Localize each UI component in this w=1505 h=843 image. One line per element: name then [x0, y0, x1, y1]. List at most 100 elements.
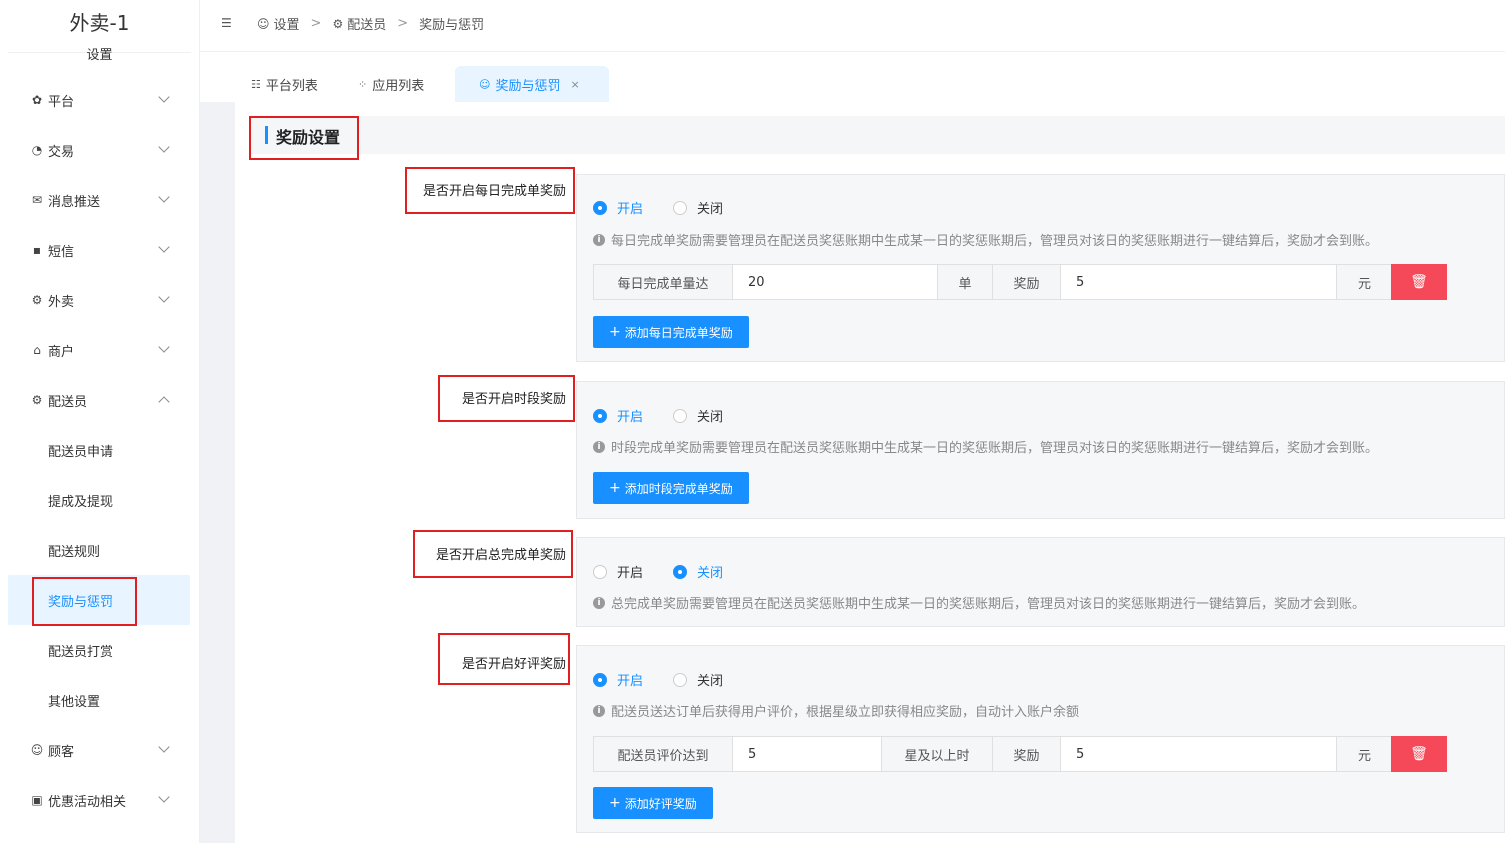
- plus-icon: +: [609, 795, 621, 811]
- chevron-down-icon: [158, 741, 170, 753]
- info-icon: i: [593, 704, 605, 717]
- daily-radio-on[interactable]: 开启: [593, 198, 643, 217]
- chevron-down-icon: [158, 91, 170, 103]
- add-period-reward-button[interactable]: + 添加时段完成单奖励: [593, 472, 749, 504]
- sidebar-subitem-tips[interactable]: 配送员打赏: [0, 625, 199, 675]
- review-star-input[interactable]: 5: [733, 737, 882, 771]
- rider-icon: ⚙: [31, 393, 43, 407]
- sidebar-item-platform[interactable]: ✿ 平台: [0, 75, 199, 125]
- add-review-reward-button[interactable]: + 添加好评奖励: [593, 787, 713, 819]
- tab-reward-penalty[interactable]: ☺ 奖励与惩罚 ×: [455, 66, 609, 102]
- radio-dot: [593, 408, 607, 423]
- radio-dot: [673, 672, 688, 687]
- message-icon: ✉: [31, 193, 43, 207]
- breadcrumb-item[interactable]: 设置: [274, 14, 300, 33]
- review-radio-on[interactable]: 开启: [593, 670, 643, 689]
- tab-platform-list[interactable]: ☷ 平台列表: [251, 66, 318, 102]
- sidebar-item-label: 短信: [48, 244, 75, 260]
- apps-icon: ⁘: [358, 77, 368, 91]
- total-radio-on[interactable]: 开启: [593, 562, 643, 581]
- sidebar-item-customer[interactable]: ☺ 顾客: [0, 725, 199, 775]
- info-icon: i: [593, 440, 605, 453]
- sidebar-item-sms[interactable]: ▪ 短信: [0, 225, 199, 275]
- breadcrumb-item[interactable]: 配送员: [347, 14, 386, 33]
- sidebar-item-label: 消息推送: [48, 194, 101, 210]
- radio-label: 开启: [617, 566, 644, 581]
- sidebar-subitem-rider-apply[interactable]: 配送员申请: [0, 425, 199, 475]
- input-prefix: 每日完成单量达: [594, 265, 733, 299]
- daily-reward-box: 开启 关闭 i 每日完成单奖励需要管理员在配送员奖惩账期中生成某一日的奖惩账期后…: [576, 174, 1505, 362]
- user-icon: ☺: [30, 743, 44, 757]
- highlight-box: [32, 577, 137, 626]
- total-radio-off[interactable]: 关闭: [673, 562, 723, 581]
- sidebar-item-takeout[interactable]: ⚙ 外卖: [0, 275, 199, 325]
- plus-icon: +: [609, 480, 621, 496]
- breadcrumb-separator: >: [310, 16, 322, 31]
- daily-radio-group: 开启 关闭: [593, 198, 753, 217]
- daily-rule-row: 每日完成单量达 20 单 奖励 5 元: [593, 264, 1447, 300]
- period-radio-off[interactable]: 关闭: [673, 406, 723, 425]
- tab-app-list[interactable]: ⁘ 应用列表: [358, 66, 424, 102]
- settings-panel: 奖励设置 是否开启每日完成单奖励 开启 关闭 i 每日完成单奖励需要管理员在配送…: [235, 102, 1505, 843]
- sidebar-subitem-commission[interactable]: 提成及提现: [0, 475, 199, 525]
- button-label: 添加好评奖励: [624, 796, 697, 811]
- review-radio-off[interactable]: 关闭: [673, 670, 723, 689]
- review-reward-input[interactable]: 5: [1061, 737, 1337, 771]
- breadcrumb-current: 奖励与惩罚: [419, 18, 485, 33]
- input-prefix: 奖励: [993, 265, 1061, 299]
- input-suffix: 单: [938, 265, 993, 299]
- app-subtitle: 设置: [86, 48, 113, 63]
- sidebar-item-merchant[interactable]: ⌂ 商户: [0, 325, 199, 375]
- radio-label: 开启: [617, 202, 644, 217]
- delete-button[interactable]: 🗑: [1391, 264, 1447, 300]
- review-reward-box: 开启 关闭 i 配送员送达订单后获得用户评价，根据星级立即获得相应奖励，自动计入…: [576, 645, 1505, 833]
- menu-fold-icon[interactable]: ☰: [221, 16, 235, 30]
- add-daily-reward-button[interactable]: + 添加每日完成单奖励: [593, 316, 749, 348]
- period-radio-on[interactable]: 开启: [593, 406, 643, 425]
- radio-dot: [593, 564, 607, 579]
- close-icon[interactable]: ×: [570, 78, 579, 91]
- hint-text: 时段完成单奖励需要管理员在配送员奖惩账期中生成某一日的奖惩账期后，管理员对该日的…: [611, 441, 1379, 456]
- radio-dot: [673, 408, 688, 423]
- daily-reward-input[interactable]: 5: [1061, 265, 1337, 299]
- sidebar-subitem-other-settings[interactable]: 其他设置: [0, 675, 199, 725]
- info-icon: i: [593, 233, 605, 246]
- chevron-down-icon: [158, 341, 170, 353]
- sidebar-item-label: 商户: [48, 344, 75, 360]
- sidebar-menu: ✿ 平台 ◔ 交易 ✉ 消息推送 ▪ 短信 ⚙ 外卖 ⌂ 商户 ⚙ 配送员 配送…: [0, 75, 199, 825]
- sidebar-item-label: 配送员: [48, 394, 88, 410]
- chevron-down-icon: [158, 791, 170, 803]
- chevron-down-icon: [158, 241, 170, 253]
- sidebar-item-promotions[interactable]: ▣ 优惠活动相关: [0, 775, 199, 825]
- radio-label: 关闭: [697, 202, 724, 217]
- button-label: 添加时段完成单奖励: [624, 481, 733, 496]
- total-radio-group: 开启 关闭: [593, 562, 753, 581]
- trash-icon: 🗑: [1410, 274, 1428, 290]
- delete-button[interactable]: 🗑: [1391, 736, 1447, 772]
- sidebar-item-label: 顾客: [48, 744, 75, 760]
- radio-label: 开启: [617, 674, 644, 689]
- user-icon: ☺: [479, 77, 491, 91]
- radio-label: 开启: [617, 410, 644, 425]
- total-reward-box: 开启 关闭 i 总完成单奖励需要管理员在配送员奖惩账期中生成某一日的奖惩账期后，…: [576, 537, 1505, 627]
- rider-icon: ⚙: [332, 16, 344, 31]
- sidebar-item-rider[interactable]: ⚙ 配送员: [0, 375, 199, 425]
- daily-radio-off[interactable]: 关闭: [673, 198, 723, 217]
- sidebar-item-label: 优惠活动相关: [48, 794, 127, 810]
- radio-label: 关闭: [697, 674, 724, 689]
- input-suffix: 元: [1337, 737, 1392, 771]
- period-radio-group: 开启 关闭: [593, 406, 753, 425]
- sidebar-item-message[interactable]: ✉ 消息推送: [0, 175, 199, 225]
- radio-dot: [593, 672, 607, 687]
- button-label: 添加每日完成单奖励: [624, 325, 733, 340]
- chevron-up-icon: [158, 396, 170, 408]
- sidebar-subitem-delivery-rules[interactable]: 配送规则: [0, 525, 199, 575]
- list-icon: ☷: [251, 77, 261, 91]
- trade-icon: ◔: [31, 143, 43, 157]
- highlight-box: [438, 375, 575, 422]
- input-suffix: 元: [1337, 265, 1392, 299]
- daily-count-input[interactable]: 20: [733, 265, 938, 299]
- sidebar-item-trade[interactable]: ◔ 交易: [0, 125, 199, 175]
- user-icon: ☺: [257, 16, 270, 31]
- input-prefix: 配送员评价达到: [594, 737, 733, 771]
